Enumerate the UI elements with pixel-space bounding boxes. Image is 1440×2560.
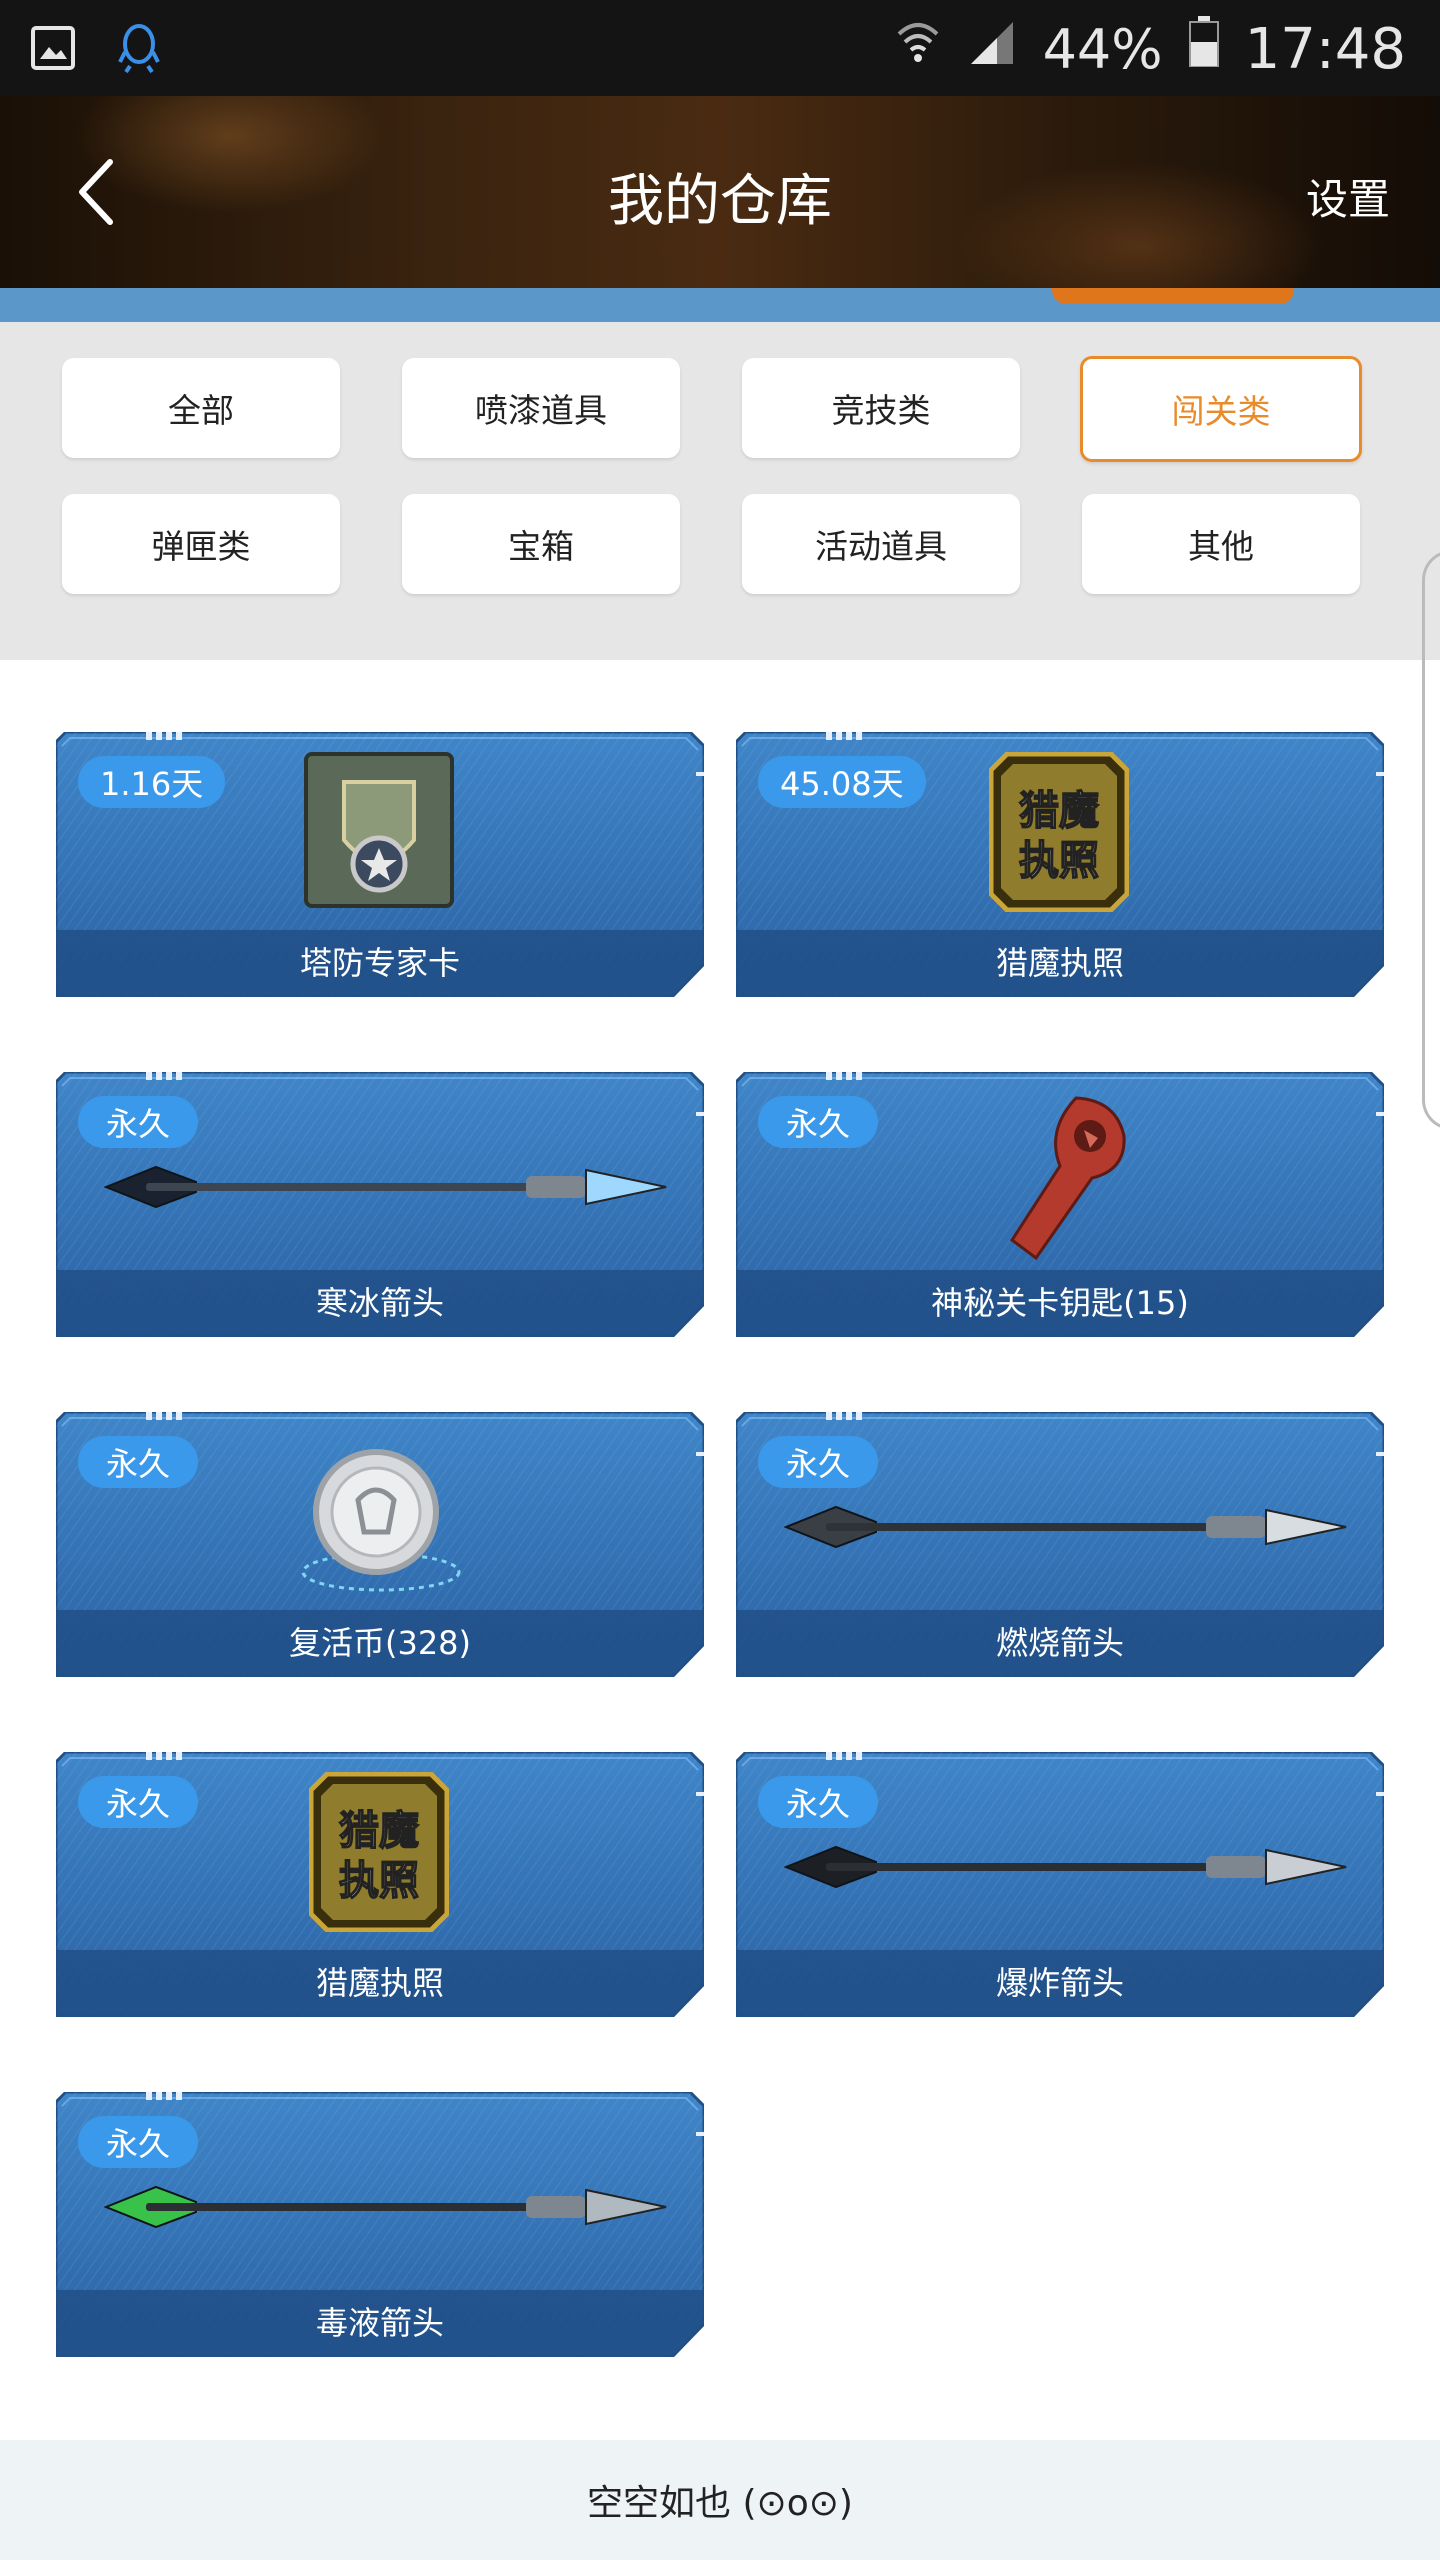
clock: 17:48 — [1244, 16, 1406, 82]
duration-badge: 永久 — [78, 1776, 198, 1828]
settings-button[interactable]: 设置 — [1306, 166, 1390, 227]
item-name: 复活币(328) — [288, 1624, 472, 1662]
duration-badge: 1.16天 — [78, 756, 226, 808]
battery-icon — [1188, 16, 1219, 82]
duration-badge: 永久 — [758, 1436, 878, 1488]
item-name: 猎魔执照 — [315, 1964, 444, 2002]
item-name: 燃烧箭头 — [995, 1624, 1124, 1662]
svg-text:猎魔: 猎魔 — [339, 1808, 419, 1854]
filter-stage[interactable]: 闯关类 — [1080, 356, 1362, 462]
filter-magazine[interactable]: 弹匣类 — [62, 494, 340, 594]
arrow-icon — [103, 1165, 667, 1209]
filter-chest[interactable]: 宝箱 — [402, 494, 680, 594]
item-name: 神秘关卡钥匙(15) — [931, 1284, 1189, 1322]
item-card[interactable]: 1.16天塔防专家卡 — [56, 732, 704, 997]
item-card[interactable]: 猎魔 执照 45.08天猎魔执照 — [736, 732, 1384, 997]
item-name: 爆炸箭头 — [995, 1964, 1124, 2002]
duration-badge: 永久 — [758, 1096, 878, 1148]
arrow-icon — [783, 1845, 1347, 1889]
page-title: 我的仓库 — [608, 169, 832, 234]
item-card[interactable]: 永久爆炸箭头 — [736, 1752, 1384, 2017]
item-card[interactable]: 永久复活币(328) — [56, 1412, 704, 1677]
side-drawer-handle[interactable] — [1422, 550, 1440, 1130]
filter-competitive[interactable]: 竞技类 — [742, 358, 1020, 458]
license-icon: 猎魔 执照 — [309, 1772, 449, 1932]
battery-percent: 44% — [1042, 17, 1163, 81]
item-card[interactable]: 永久燃烧箭头 — [736, 1412, 1384, 1677]
svg-text:执照: 执照 — [1019, 838, 1099, 884]
signal-icon — [967, 17, 1017, 82]
duration-badge: 45.08天 — [758, 756, 926, 808]
arrow-icon — [783, 1505, 1347, 1549]
duration-badge: 永久 — [78, 2116, 198, 2168]
key-icon — [1009, 1096, 1126, 1261]
filter-spray[interactable]: 喷漆道具 — [402, 358, 680, 458]
item-card[interactable]: 猎魔 执照 永久猎魔执照 — [56, 1752, 704, 2017]
item-card[interactable]: 永久寒冰箭头 — [56, 1072, 704, 1337]
arrow-icon — [103, 2185, 667, 2229]
empty-footer: 空空如也 (⊙o⊙) — [0, 2440, 1440, 2560]
item-card[interactable]: 永久神秘关卡钥匙(15) — [736, 1072, 1384, 1337]
wifi-icon — [895, 17, 941, 82]
header: 我的仓库 设置 — [0, 96, 1440, 288]
filter-event[interactable]: 活动道具 — [742, 494, 1020, 594]
duration-badge: 永久 — [78, 1096, 198, 1148]
item-name: 塔防专家卡 — [299, 944, 460, 982]
item-name: 猎魔执照 — [995, 944, 1124, 982]
svg-text:执照: 执照 — [339, 1858, 419, 1904]
duration-badge: 永久 — [78, 1436, 198, 1488]
shield-badge-icon — [304, 752, 454, 908]
filter-section: 全部 喷漆道具 竞技类 闯关类 弹匣类 宝箱 活动道具 其他 — [0, 322, 1440, 660]
tab-indicator — [1052, 288, 1294, 304]
filter-other[interactable]: 其他 — [1082, 494, 1360, 594]
qq-icon — [116, 22, 162, 78]
filter-all[interactable]: 全部 — [62, 358, 340, 458]
item-name: 毒液箭头 — [315, 2304, 444, 2342]
duration-badge: 永久 — [758, 1776, 878, 1828]
svg-text:猎魔: 猎魔 — [1019, 788, 1099, 834]
gallery-icon — [30, 25, 76, 75]
license-icon: 猎魔 执照 — [989, 752, 1129, 912]
item-card[interactable]: 永久毒液箭头 — [56, 2092, 704, 2357]
coin-icon — [301, 1449, 461, 1592]
item-name: 寒冰箭头 — [315, 1284, 444, 1322]
status-bar: 44% 17:48 — [0, 0, 1440, 96]
